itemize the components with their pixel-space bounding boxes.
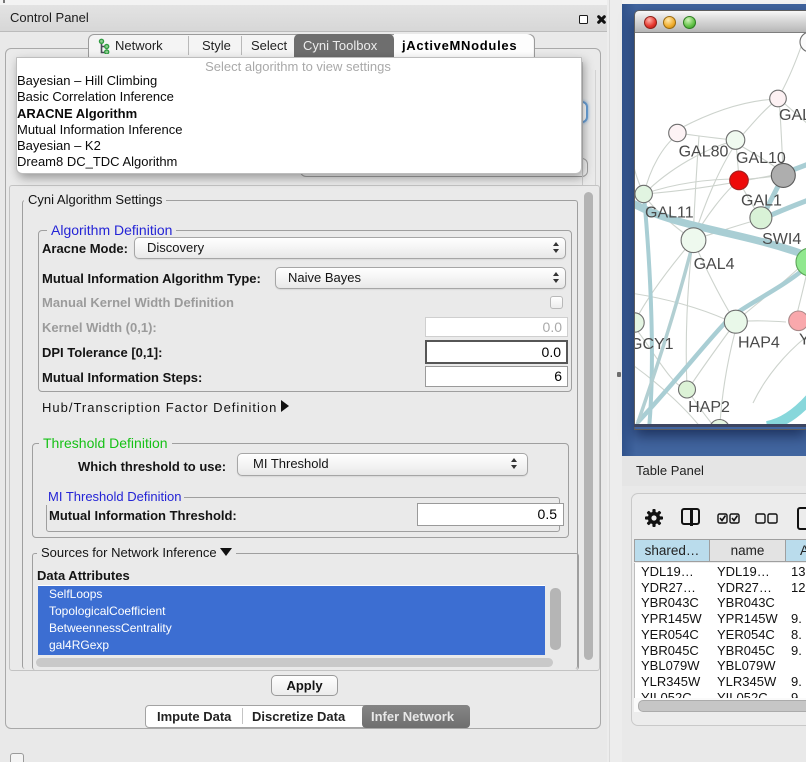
svg-text:GAL80: GAL80 — [679, 144, 729, 161]
svg-text:GAL4: GAL4 — [694, 256, 735, 273]
svg-text:SWI4: SWI4 — [762, 231, 801, 248]
svg-text:YBR: YBR — [799, 332, 806, 349]
svg-text:GCY1: GCY1 — [635, 336, 674, 353]
svg-text:HAP2: HAP2 — [688, 399, 730, 416]
svg-text:GAL11: GAL11 — [645, 205, 694, 222]
svg-text:GAL1: GAL1 — [741, 192, 782, 209]
svg-text:HAP4: HAP4 — [738, 335, 780, 352]
svg-text:GAL2: GAL2 — [779, 107, 806, 124]
svg-text:GAL10: GAL10 — [736, 150, 786, 167]
